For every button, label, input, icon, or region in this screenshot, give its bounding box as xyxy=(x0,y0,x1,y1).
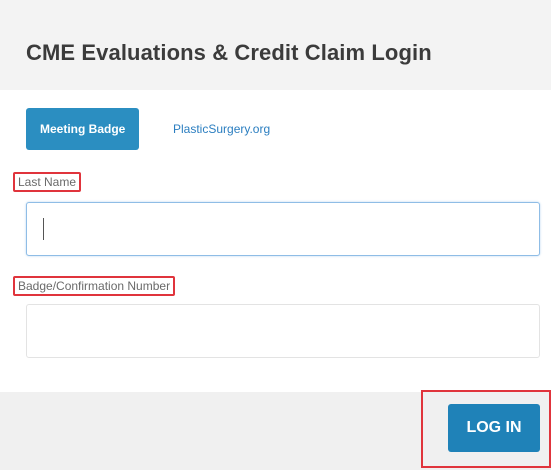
last-name-field[interactable] xyxy=(26,202,540,256)
panel-header: CME Evaluations & Credit Claim Login xyxy=(0,0,551,90)
login-button[interactable]: LOG IN xyxy=(448,404,540,452)
login-panel: CME Evaluations & Credit Claim Login Mee… xyxy=(0,0,551,470)
last-name-label: Last Name xyxy=(13,172,82,192)
tab-meeting-badge[interactable]: Meeting Badge xyxy=(26,108,140,150)
page-title: CME Evaluations & Credit Claim Login xyxy=(26,40,432,65)
badge-number-field[interactable] xyxy=(26,304,540,358)
badge-number-label: Badge/Confirmation Number xyxy=(13,276,176,296)
text-caret xyxy=(43,218,44,240)
tab-plasticsurgery-org[interactable]: PlasticSurgery.org xyxy=(159,108,284,150)
